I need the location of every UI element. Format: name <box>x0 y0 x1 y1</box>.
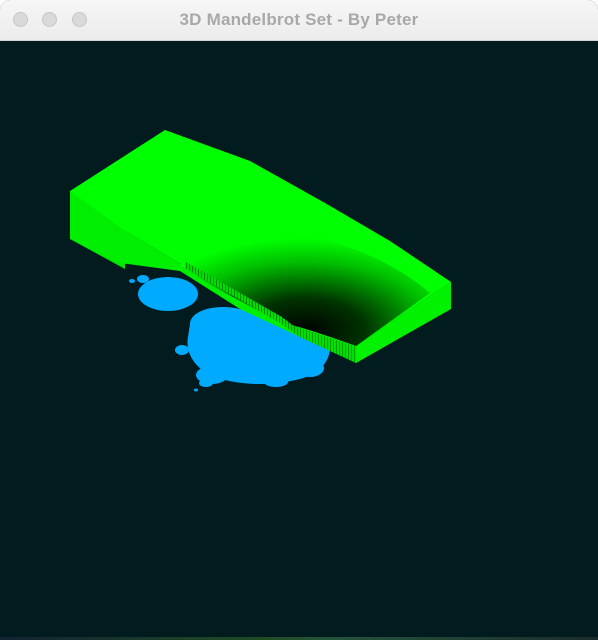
window-title: 3D Mandelbrot Set - By Peter <box>179 10 419 29</box>
mandelbrot-render <box>70 130 451 392</box>
app-window: 3D Mandelbrot Set - By Peter <box>0 0 598 640</box>
render-canvas[interactable] <box>0 41 598 640</box>
title-bar[interactable]: 3D Mandelbrot Set - By Peter <box>0 0 598 41</box>
